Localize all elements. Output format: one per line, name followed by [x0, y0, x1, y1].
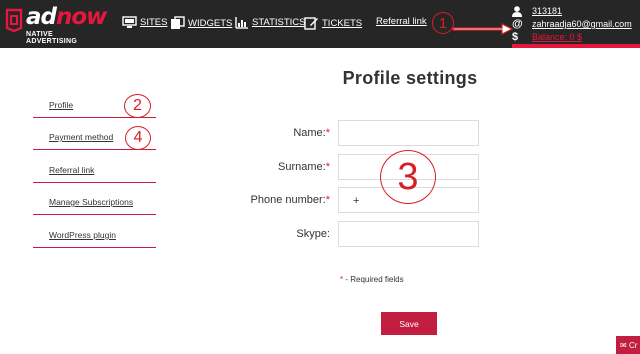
- nav-statistics-label: STATISTICS: [252, 17, 306, 28]
- sidebar-item-label: Profile: [49, 100, 74, 110]
- monitor-icon: [122, 16, 137, 28]
- logo-mark-icon: [5, 8, 23, 32]
- skype-field[interactable]: [338, 221, 479, 247]
- at-icon: @: [512, 18, 523, 30]
- user-balance-row: $ Balance: 0 $: [512, 31, 632, 43]
- page-title: Profile settings: [342, 68, 478, 88]
- annotation-1: 1: [432, 12, 454, 34]
- surname-label: Surname:*: [278, 161, 330, 173]
- dollar-icon: $: [512, 31, 519, 43]
- required-fields-note: * - Required fields: [340, 275, 404, 284]
- bar-chart-icon: [235, 17, 248, 29]
- nav-tickets[interactable]: TICKETS: [304, 16, 362, 30]
- name-field[interactable]: [338, 120, 479, 146]
- nav-widgets[interactable]: WIDGETS: [170, 16, 232, 30]
- brand-wordmark: adnow: [26, 4, 107, 30]
- phone-prefix: +: [353, 195, 360, 207]
- annotation-2: 2: [124, 94, 151, 118]
- sidebar-item-label: Payment method: [49, 132, 114, 142]
- user-balance[interactable]: Balance: 0 $: [532, 32, 582, 42]
- skype-label: Skype:: [296, 228, 330, 240]
- ticket-edit-icon: [304, 17, 318, 30]
- sidebar-item-label: WordPress plugin: [49, 230, 116, 240]
- chat-icon: ✉: [620, 341, 627, 350]
- user-info: 313181 @ zahraadja60@gmail.com $ Balance…: [512, 5, 632, 44]
- nav-statistics[interactable]: STATISTICS: [235, 16, 305, 29]
- nav-widgets-label: WIDGETS: [188, 17, 233, 29]
- user-email-row: @ zahraadja60@gmail.com: [512, 18, 632, 30]
- widgets-icon: [171, 16, 185, 29]
- header-referral-link[interactable]: Referral link: [376, 16, 427, 27]
- user-id[interactable]: 313181: [532, 6, 562, 16]
- nav-sites[interactable]: SITES: [122, 16, 167, 29]
- brand-tagline: NATIVE ADVERTISING: [26, 31, 78, 45]
- user-email[interactable]: zahraadja60@gmail.com: [532, 19, 632, 29]
- phone-label: Phone number:*: [250, 194, 331, 206]
- sidebar-item-label: Referral link: [49, 165, 95, 175]
- nav-sites-label: SITES: [140, 17, 168, 28]
- sidebar-item-label: Manage Subscriptions: [49, 197, 134, 207]
- save-button[interactable]: Save: [381, 312, 437, 335]
- annotation-3: 3: [380, 150, 436, 204]
- top-header: adnow NATIVE ADVERTISING SITES WIDGETS S…: [0, 0, 640, 48]
- name-label: Name:*: [293, 127, 330, 139]
- user-icon: [512, 5, 526, 17]
- annotation-arrow-icon: [452, 23, 514, 35]
- adnow-logo[interactable]: adnow NATIVE ADVERTISING: [4, 4, 107, 45]
- chat-tab-label: Cr: [628, 341, 638, 350]
- chat-tab[interactable]: ✉ Cr: [616, 336, 640, 354]
- balance-underline: [512, 44, 640, 48]
- user-id-row: 313181: [512, 5, 632, 17]
- nav-tickets-label: TICKETS: [322, 17, 363, 29]
